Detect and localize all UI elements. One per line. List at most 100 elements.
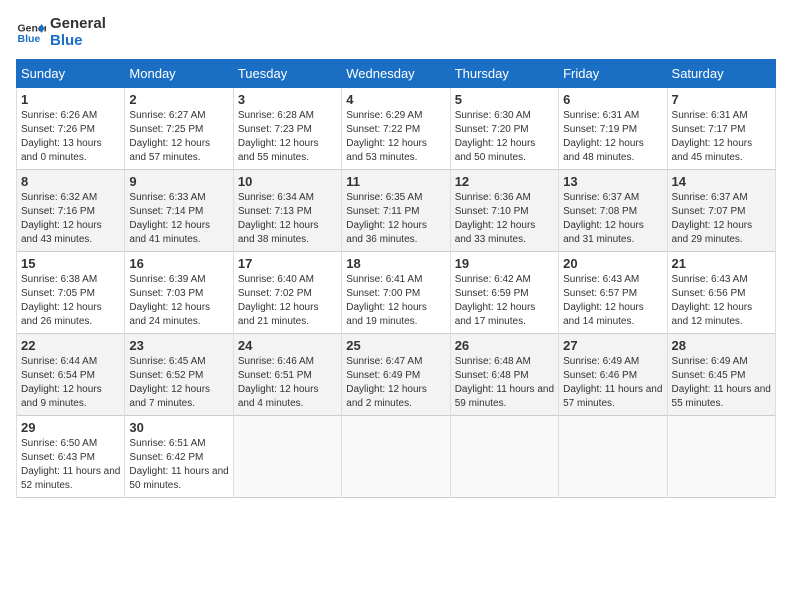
day-number: 10 [238,174,337,189]
day-number: 2 [129,92,228,107]
calendar-cell: 6 Sunrise: 6:31 AMSunset: 7:19 PMDaylight… [559,88,667,170]
day-detail: Sunrise: 6:33 AMSunset: 7:14 PMDaylight:… [129,191,228,247]
calendar-header-row: SundayMondayTuesdayWednesdayThursdayFrid… [17,60,776,88]
day-detail: Sunrise: 6:46 AMSunset: 6:51 PMDaylight:… [238,355,337,411]
day-detail: Sunrise: 6:47 AMSunset: 6:49 PMDaylight:… [346,355,445,411]
calendar-cell: 21 Sunrise: 6:43 AMSunset: 6:56 PMDayligh… [667,252,775,334]
day-detail: Sunrise: 6:37 AMSunset: 7:08 PMDaylight:… [563,191,662,247]
day-number: 29 [21,420,120,435]
day-detail: Sunrise: 6:41 AMSunset: 7:00 PMDaylight:… [346,273,445,329]
logo-icon: General Blue [16,18,46,48]
day-number: 28 [672,338,771,353]
day-detail: Sunrise: 6:38 AMSunset: 7:05 PMDaylight:… [21,273,120,329]
day-detail: Sunrise: 6:44 AMSunset: 6:54 PMDaylight:… [21,355,120,411]
day-number: 20 [563,256,662,271]
calendar-cell: 18 Sunrise: 6:41 AMSunset: 7:00 PMDayligh… [342,252,450,334]
day-detail: Sunrise: 6:51 AMSunset: 6:42 PMDaylight:… [129,437,228,493]
calendar-cell [233,416,341,498]
calendar-cell: 17Sunrise: 6:40 AMSunset: 7:02 PMDayligh… [233,252,341,334]
day-detail: Sunrise: 6:50 AMSunset: 6:43 PMDaylight:… [21,437,120,493]
calendar-cell: 29 Sunrise: 6:50 AMSunset: 6:43 PMDayligh… [17,416,125,498]
day-detail: Sunrise: 6:29 AMSunset: 7:22 PMDaylight:… [346,109,445,165]
calendar-cell: 22 Sunrise: 6:44 AMSunset: 6:54 PMDayligh… [17,334,125,416]
day-detail: Sunrise: 6:43 AMSunset: 6:57 PMDaylight:… [563,273,662,329]
day-detail: Sunrise: 6:42 AMSunset: 6:59 PMDaylight:… [455,273,554,329]
day-number: 17 [238,256,337,271]
calendar-cell: 28Sunrise: 6:49 AMSunset: 6:45 PMDayligh… [667,334,775,416]
page-header: General Blue General Blue [16,16,776,49]
day-detail: Sunrise: 6:28 AMSunset: 7:23 PMDaylight:… [238,109,337,165]
calendar-cell: 12 Sunrise: 6:36 AMSunset: 7:10 PMDayligh… [450,170,558,252]
day-number: 24 [238,338,337,353]
col-header-wednesday: Wednesday [342,60,450,88]
calendar-cell: 2 Sunrise: 6:27 AMSunset: 7:25 PMDaylight… [125,88,233,170]
day-number: 9 [129,174,228,189]
calendar-cell [342,416,450,498]
col-header-saturday: Saturday [667,60,775,88]
calendar-cell: 30 Sunrise: 6:51 AMSunset: 6:42 PMDayligh… [125,416,233,498]
col-header-thursday: Thursday [450,60,558,88]
week-row-1: 1Sunrise: 6:26 AMSunset: 7:26 PMDaylight… [17,88,776,170]
calendar-cell: 7 Sunrise: 6:31 AMSunset: 7:17 PMDaylight… [667,88,775,170]
day-number: 14 [672,174,771,189]
day-number: 16 [129,256,228,271]
day-detail: Sunrise: 6:49 AMSunset: 6:46 PMDaylight:… [563,355,662,411]
calendar-cell: 1Sunrise: 6:26 AMSunset: 7:26 PMDaylight… [17,88,125,170]
day-number: 25 [346,338,445,353]
calendar-cell [559,416,667,498]
day-detail: Sunrise: 6:35 AMSunset: 7:11 PMDaylight:… [346,191,445,247]
calendar-cell: 19 Sunrise: 6:42 AMSunset: 6:59 PMDayligh… [450,252,558,334]
logo: General Blue General Blue [16,16,106,49]
calendar-table: SundayMondayTuesdayWednesdayThursdayFrid… [16,59,776,498]
day-detail: Sunrise: 6:26 AMSunset: 7:26 PMDaylight:… [21,109,120,165]
col-header-monday: Monday [125,60,233,88]
calendar-cell: 26Sunrise: 6:48 AMSunset: 6:48 PMDayligh… [450,334,558,416]
calendar-cell: 20 Sunrise: 6:43 AMSunset: 6:57 PMDayligh… [559,252,667,334]
calendar-cell: 16 Sunrise: 6:39 AMSunset: 7:03 PMDayligh… [125,252,233,334]
day-number: 27 [563,338,662,353]
day-detail: Sunrise: 6:32 AMSunset: 7:16 PMDaylight:… [21,191,120,247]
day-detail: Sunrise: 6:43 AMSunset: 6:56 PMDaylight:… [672,273,771,329]
day-number: 13 [563,174,662,189]
day-number: 11 [346,174,445,189]
day-number: 8 [21,174,120,189]
day-number: 3 [238,92,337,107]
day-number: 30 [129,420,228,435]
day-detail: Sunrise: 6:31 AMSunset: 7:17 PMDaylight:… [672,109,771,165]
day-number: 5 [455,92,554,107]
day-detail: Sunrise: 6:34 AMSunset: 7:13 PMDaylight:… [238,191,337,247]
calendar-cell: 9 Sunrise: 6:33 AMSunset: 7:14 PMDaylight… [125,170,233,252]
calendar-cell: 27 Sunrise: 6:49 AMSunset: 6:46 PMDayligh… [559,334,667,416]
svg-text:Blue: Blue [18,33,41,45]
day-detail: Sunrise: 6:30 AMSunset: 7:20 PMDaylight:… [455,109,554,165]
day-detail: Sunrise: 6:39 AMSunset: 7:03 PMDaylight:… [129,273,228,329]
calendar-cell: 11 Sunrise: 6:35 AMSunset: 7:11 PMDayligh… [342,170,450,252]
week-row-4: 22 Sunrise: 6:44 AMSunset: 6:54 PMDayligh… [17,334,776,416]
calendar-cell: 8 Sunrise: 6:32 AMSunset: 7:16 PMDaylight… [17,170,125,252]
day-number: 7 [672,92,771,107]
col-header-tuesday: Tuesday [233,60,341,88]
day-number: 22 [21,338,120,353]
calendar-cell: 10 Sunrise: 6:34 AMSunset: 7:13 PMDayligh… [233,170,341,252]
calendar-cell: 24 Sunrise: 6:46 AMSunset: 6:51 PMDayligh… [233,334,341,416]
calendar-cell: 14Sunrise: 6:37 AMSunset: 7:07 PMDayligh… [667,170,775,252]
col-header-sunday: Sunday [17,60,125,88]
calendar-cell: 3 Sunrise: 6:28 AMSunset: 7:23 PMDaylight… [233,88,341,170]
calendar-cell [667,416,775,498]
day-number: 6 [563,92,662,107]
day-number: 15 [21,256,120,271]
calendar-cell: 5 Sunrise: 6:30 AMSunset: 7:20 PMDaylight… [450,88,558,170]
day-number: 12 [455,174,554,189]
day-number: 26 [455,338,554,353]
day-number: 21 [672,256,771,271]
day-detail: Sunrise: 6:36 AMSunset: 7:10 PMDaylight:… [455,191,554,247]
day-number: 19 [455,256,554,271]
col-header-friday: Friday [559,60,667,88]
calendar-cell: 13 Sunrise: 6:37 AMSunset: 7:08 PMDayligh… [559,170,667,252]
day-detail: Sunrise: 6:27 AMSunset: 7:25 PMDaylight:… [129,109,228,165]
week-row-2: 8 Sunrise: 6:32 AMSunset: 7:16 PMDaylight… [17,170,776,252]
calendar-cell: 15 Sunrise: 6:38 AMSunset: 7:05 PMDayligh… [17,252,125,334]
day-detail: Sunrise: 6:31 AMSunset: 7:19 PMDaylight:… [563,109,662,165]
calendar-cell: 4Sunrise: 6:29 AMSunset: 7:22 PMDaylight… [342,88,450,170]
day-number: 18 [346,256,445,271]
